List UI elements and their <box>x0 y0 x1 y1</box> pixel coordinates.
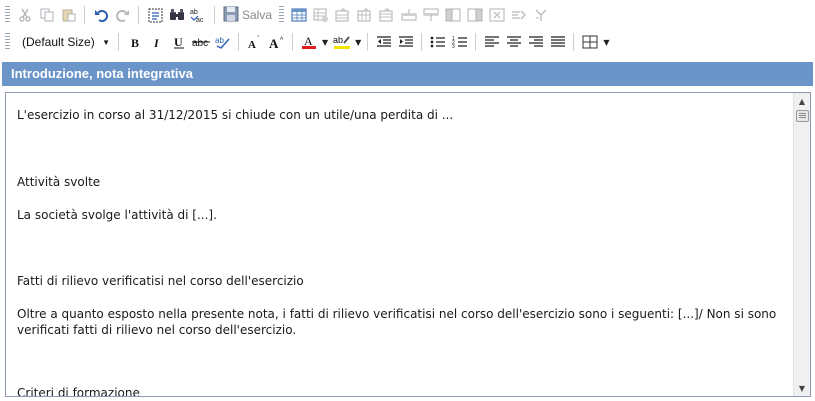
delete-column-icon[interactable] <box>487 5 507 25</box>
spellcheck-icon[interactable]: ab ac <box>189 5 209 25</box>
separator <box>84 6 86 24</box>
separator <box>238 33 240 51</box>
separator <box>573 33 576 51</box>
increase-indent-icon[interactable] <box>396 32 416 52</box>
separator <box>367 33 370 51</box>
bold-icon[interactable]: B <box>125 32 145 52</box>
vertical-scrollbar[interactable]: ▲ ▼ <box>793 93 810 396</box>
toolbar-row-1: ab ac Salva <box>0 2 815 28</box>
chevron-down-icon[interactable]: ▼ <box>322 38 328 47</box>
insert-table-icon[interactable] <box>289 5 309 25</box>
find-icon[interactable] <box>167 5 187 25</box>
borders-icon[interactable] <box>580 32 600 52</box>
paragraph[interactable]: La società svolge l'attività di [...]. <box>17 207 787 223</box>
svg-text:abc: abc <box>192 38 208 49</box>
select-all-icon[interactable] <box>145 5 165 25</box>
justify-icon[interactable] <box>548 32 568 52</box>
heading-criteri-di-formazione[interactable]: Criteri di formazione <box>17 385 787 396</box>
toolbar-row-2: (Default Size) ▼ B I U abc ab Aˇ A ^ A ▼ … <box>0 29 815 55</box>
font-size-value: (Default Size) <box>22 35 95 49</box>
svg-text:B: B <box>131 36 139 49</box>
strikethrough-icon[interactable]: abc <box>191 32 211 52</box>
separator <box>292 33 294 51</box>
shrink-font-icon[interactable]: Aˇ <box>245 32 265 52</box>
decrease-indent-icon[interactable] <box>374 32 394 52</box>
cut-icon[interactable] <box>15 5 35 25</box>
numbered-list-icon[interactable]: 123 <box>450 32 470 52</box>
align-right-icon[interactable] <box>526 32 546 52</box>
format-painter-icon[interactable]: ab <box>213 32 233 52</box>
svg-text:ab: ab <box>215 36 224 45</box>
chevron-down-icon[interactable]: ▼ <box>355 38 361 47</box>
separator <box>138 6 140 24</box>
row-properties-icon[interactable] <box>333 5 353 25</box>
insert-column-right-icon[interactable] <box>465 5 485 25</box>
font-color-icon[interactable]: A <box>299 32 319 52</box>
delete-row-icon[interactable] <box>421 5 441 25</box>
paste-icon[interactable] <box>59 5 79 25</box>
heading-fatti-di-rilievo[interactable]: Fatti di rilievo verificatisi nel corso … <box>17 273 787 289</box>
section-title: Introduzione, nota integrativa <box>2 62 813 86</box>
toolbar-grip[interactable] <box>5 33 10 51</box>
svg-text:A: A <box>248 39 256 49</box>
delete-row-icon[interactable] <box>399 5 419 25</box>
svg-text:ab: ab <box>190 9 198 16</box>
paragraph[interactable]: Oltre a quanto esposto nella presente no… <box>17 306 787 338</box>
save-button-label: Salva <box>242 8 273 22</box>
insert-row-icon[interactable] <box>377 5 397 25</box>
table-properties-icon[interactable] <box>311 5 331 25</box>
toolbar-grip[interactable] <box>279 6 285 24</box>
highlight-color-icon[interactable]: ab <box>332 32 352 52</box>
toolbar-grip[interactable] <box>5 6 10 24</box>
separator <box>118 33 120 51</box>
svg-text:ab: ab <box>333 35 343 45</box>
chevron-down-icon: ▼ <box>102 37 110 47</box>
chevron-down-icon[interactable]: ▼ <box>603 38 609 47</box>
svg-text:A: A <box>269 36 279 49</box>
underline-icon[interactable]: U <box>169 32 189 52</box>
rich-text-editor[interactable]: L'esercizio in corso al 31/12/2015 si ch… <box>5 92 811 397</box>
svg-text:U: U <box>174 35 183 49</box>
heading-attivita-svolte[interactable]: Attività svolte <box>17 174 787 190</box>
insert-column-left-icon[interactable] <box>443 5 463 25</box>
scrollbar-thumb[interactable] <box>796 110 809 122</box>
bullet-list-icon[interactable] <box>428 32 448 52</box>
svg-text:I: I <box>153 36 160 49</box>
svg-text:3: 3 <box>452 44 455 49</box>
cell-properties-icon[interactable] <box>355 5 375 25</box>
copy-icon[interactable] <box>37 5 57 25</box>
font-size-select[interactable]: (Default Size) ▼ <box>16 32 114 52</box>
svg-text:ac: ac <box>196 17 204 23</box>
save-button[interactable]: Salva <box>220 5 275 25</box>
svg-text:A: A <box>304 34 313 48</box>
scroll-down-arrow-icon[interactable]: ▼ <box>794 380 810 396</box>
separator <box>214 6 216 24</box>
svg-text:ˇ: ˇ <box>257 36 260 43</box>
italic-icon[interactable]: I <box>147 32 167 52</box>
merge-cells-icon[interactable] <box>509 5 529 25</box>
split-cell-icon[interactable] <box>531 5 551 25</box>
scroll-up-arrow-icon[interactable]: ▲ <box>794 93 810 109</box>
grow-font-icon[interactable]: A ^ <box>267 32 287 52</box>
save-icon <box>223 6 239 25</box>
align-center-icon[interactable] <box>504 32 524 52</box>
undo-icon[interactable] <box>91 5 111 25</box>
separator <box>421 33 424 51</box>
align-left-icon[interactable] <box>482 32 502 52</box>
svg-text:^: ^ <box>280 37 284 44</box>
redo-icon[interactable] <box>113 5 133 25</box>
paragraph[interactable]: L'esercizio in corso al 31/12/2015 si ch… <box>17 107 787 123</box>
separator <box>475 33 478 51</box>
